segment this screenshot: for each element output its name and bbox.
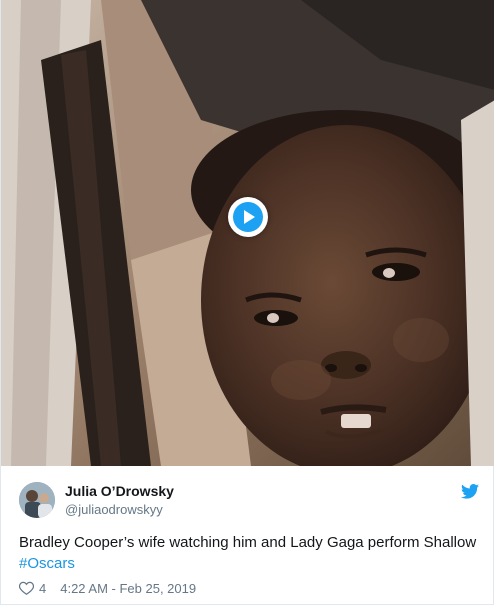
tweet-text: Bradley Cooper’s wife watching him and L… [19, 532, 479, 574]
like-count: 4 [39, 580, 47, 596]
video-thumbnail[interactable] [1, 0, 494, 466]
avatar-image [19, 482, 55, 518]
twitter-bird-icon[interactable] [461, 484, 479, 499]
like-button[interactable]: 4 [19, 581, 46, 596]
author-handle[interactable]: @juliaodrowskyy [65, 502, 163, 517]
avatar[interactable] [19, 482, 55, 518]
play-triangle [244, 210, 255, 224]
tweet-card: Julia O’Drowsky @juliaodrowskyy Bradley … [0, 0, 494, 605]
timestamp[interactable]: 4:22 AM - Feb 25, 2019 [60, 581, 196, 596]
play-icon [233, 202, 263, 232]
heart-icon [19, 581, 34, 595]
tweet-text-body: Bradley Cooper’s wife watching him and L… [19, 534, 477, 551]
tweet-header: Julia O’Drowsky @juliaodrowskyy [19, 481, 479, 521]
play-button[interactable] [228, 197, 268, 237]
hashtag-link[interactable]: #Oscars [19, 555, 75, 572]
tweet-footer: 4 4:22 AM - Feb 25, 2019 [19, 579, 196, 597]
author-name[interactable]: Julia O’Drowsky [65, 483, 174, 499]
